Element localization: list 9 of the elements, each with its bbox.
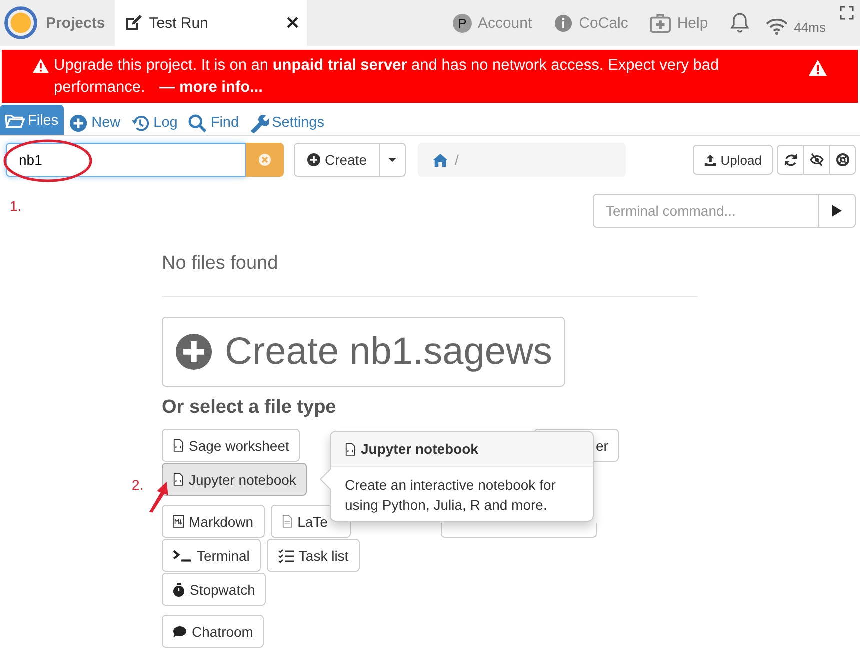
avatar-icon: P [452,14,472,32]
annotation-label: 1. [10,198,22,214]
ping-time: 44ms [794,20,826,34]
warning-message: Upgrade this project. It is on an unpaid trial server and has no network access. Expect very bad performance. — more info... [54,56,720,98]
annotation-label: 2. [132,477,144,493]
popover-title: Jupyter notebook [361,441,478,457]
empty-message: No files found [162,252,280,275]
section-heading: Or select a file type [162,397,338,419]
path-separator: / [455,152,459,168]
